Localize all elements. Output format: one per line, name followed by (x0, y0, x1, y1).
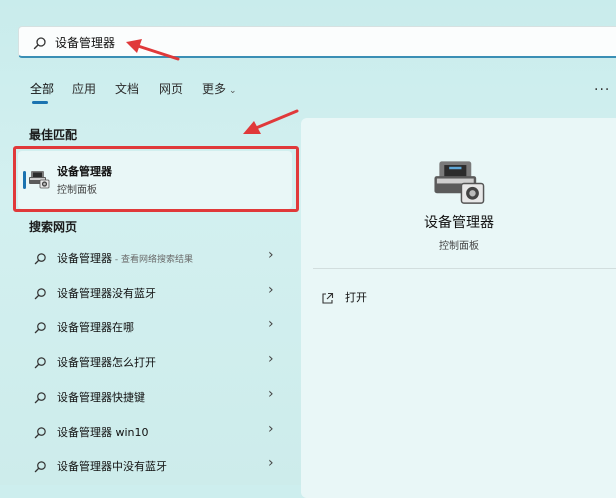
open-action-label: 打开 (345, 291, 367, 304)
tab-apps[interactable]: 应用 (72, 80, 96, 97)
search-input[interactable]: 设备管理器 (55, 34, 115, 51)
web-result-row[interactable]: 设备管理器 - 查看网络搜索结果 › (18, 242, 292, 272)
search-icon (34, 285, 47, 304)
chevron-right-icon: › (268, 247, 274, 263)
open-external-icon (321, 290, 334, 309)
tab-all[interactable]: 全部 (30, 80, 54, 97)
chevron-right-icon: › (268, 351, 274, 367)
tab-documents[interactable]: 文档 (115, 80, 139, 97)
tab-more[interactable]: 更多 ⌄ (202, 80, 237, 97)
web-result-label: 设备管理器 - 查看网络搜索结果 (57, 250, 193, 266)
web-result-label: 设备管理器 win10 (57, 426, 149, 439)
active-tab-indicator (32, 101, 48, 104)
search-icon (34, 354, 47, 373)
search-icon (34, 250, 47, 269)
more-options-icon[interactable]: ··· (594, 82, 610, 98)
search-icon (34, 458, 47, 477)
web-result-label: 设备管理器中没有蓝牙 (57, 460, 167, 473)
annotation-highlight-box (13, 146, 299, 212)
tab-more-label: 更多 (202, 82, 227, 96)
chevron-right-icon: › (268, 455, 274, 471)
search-icon (33, 35, 47, 54)
chevron-down-icon: ⌄ (229, 86, 237, 96)
search-icon (34, 319, 47, 338)
chevron-right-icon: › (268, 421, 274, 437)
device-manager-icon (432, 156, 486, 210)
web-result-row[interactable]: 设备管理器在哪 › (18, 311, 292, 341)
detail-panel: 设备管理器 控制面板 打开 (301, 118, 616, 498)
best-match-heading: 最佳匹配 (29, 128, 78, 142)
detail-subtitle: 控制面板 (439, 241, 479, 252)
chevron-right-icon: › (268, 316, 274, 332)
web-result-text: 设备管理器 (57, 252, 112, 265)
search-box[interactable]: 设备管理器 (18, 26, 616, 58)
chevron-right-icon: › (268, 282, 274, 298)
divider (313, 268, 616, 269)
detail-title: 设备管理器 (424, 215, 494, 231)
web-search-heading: 搜索网页 (29, 220, 78, 234)
web-result-label: 设备管理器没有蓝牙 (57, 287, 156, 300)
web-result-row[interactable]: 设备管理器没有蓝牙 › (18, 277, 292, 307)
search-icon (34, 389, 47, 408)
web-result-label: 设备管理器快捷键 (57, 391, 145, 404)
tab-web[interactable]: 网页 (159, 80, 183, 97)
search-icon (34, 424, 47, 443)
chevron-right-icon: › (268, 386, 274, 402)
web-result-label: 设备管理器在哪 (57, 321, 134, 334)
web-result-row[interactable]: 设备管理器快捷键 › (18, 381, 292, 411)
web-result-row[interactable]: 设备管理器中没有蓝牙 › (18, 450, 292, 480)
web-result-note: - 查看网络搜索结果 (112, 255, 193, 265)
web-result-row[interactable]: 设备管理器怎么打开 › (18, 346, 292, 376)
web-result-label: 设备管理器怎么打开 (57, 356, 156, 369)
web-result-row[interactable]: 设备管理器 win10 › (18, 416, 292, 446)
